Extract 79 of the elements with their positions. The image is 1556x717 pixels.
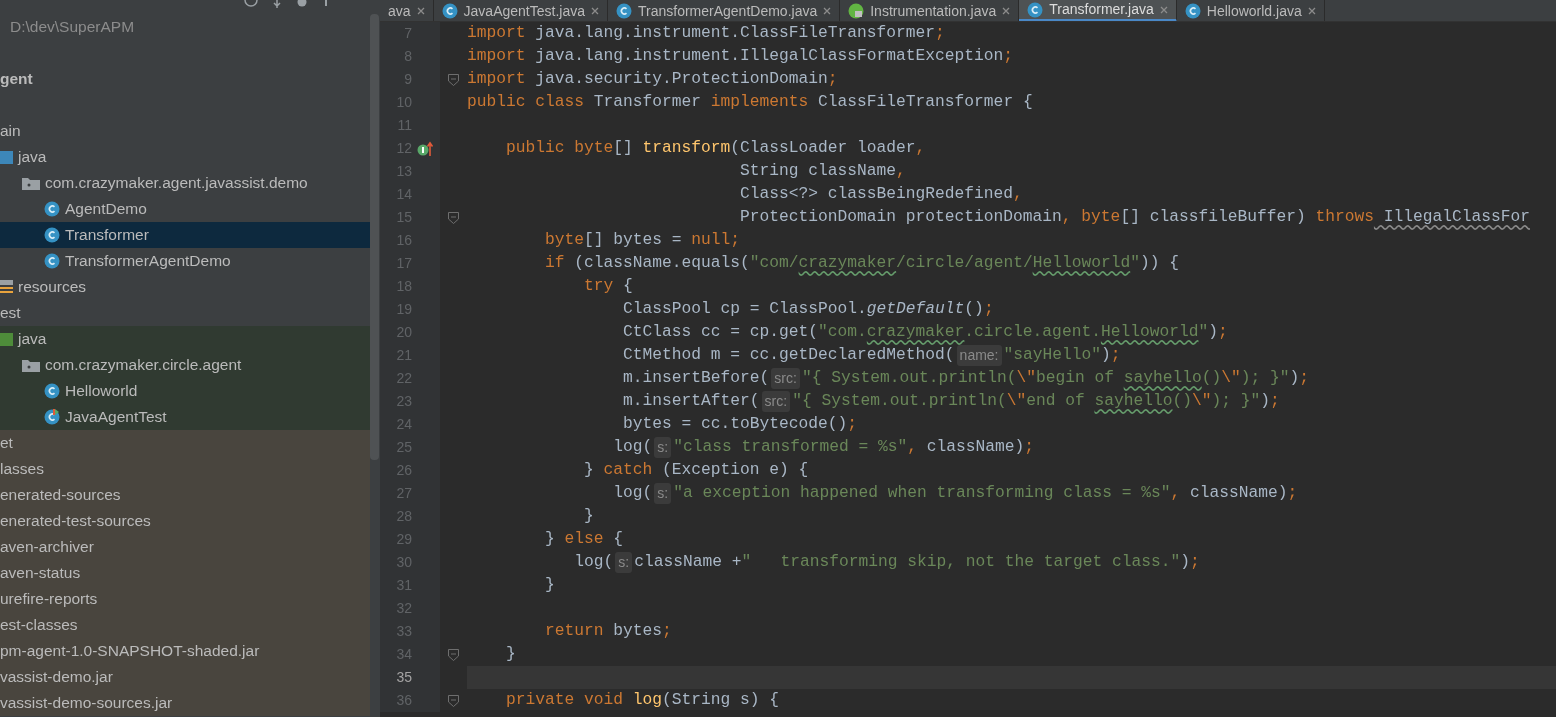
tree-item[interactable]: com.crazymaker.circle.agent	[0, 352, 370, 378]
collapse-icon[interactable]	[272, 0, 282, 8]
fold-icon[interactable]	[448, 211, 459, 224]
line-number: 35	[395, 668, 412, 687]
editor-tab[interactable]: Transformer.java	[1019, 0, 1177, 21]
code-line: ClassPool cp = ClassPool.getDefault();	[622, 298, 995, 321]
package-icon	[22, 176, 40, 190]
code-line: bytes = cc.toBytecode();	[622, 413, 859, 436]
code-line: private void log(String s) {	[505, 689, 781, 712]
tree-item[interactable]: vassist-demo.jar	[0, 664, 370, 690]
target-icon[interactable]	[244, 0, 258, 8]
class-icon	[44, 201, 60, 217]
fold-icon[interactable]	[448, 73, 459, 86]
tree-item[interactable]: Transformer	[0, 222, 370, 248]
code-line: import java.security.ProtectionDomain;	[467, 68, 839, 91]
tree-item[interactable]: et	[0, 430, 370, 456]
tree-item[interactable]: enerated-sources	[0, 482, 370, 508]
fold-icon[interactable]	[448, 694, 459, 707]
class-icon	[44, 383, 60, 399]
code-line: public byte[] transform(ClassLoader loader,	[505, 137, 927, 160]
implements-icon[interactable]	[417, 140, 435, 157]
folder-icon	[0, 332, 13, 346]
editor-tab[interactable]: JavaAgentTest.java	[433, 0, 608, 21]
class-icon	[1184, 3, 1201, 19]
editor-tab[interactable]: TransformerAgentDemo.java	[608, 0, 841, 21]
code-line: byte[] bytes = null;	[544, 229, 742, 252]
close-icon[interactable]	[1002, 7, 1011, 15]
close-icon[interactable]	[416, 7, 425, 15]
code-line: log( s: "a exception happened when transforming class = %s", className);	[612, 482, 1299, 505]
code-line: import java.lang.instrument.IllegalClassFormatException;	[467, 45, 1015, 68]
class-icon	[44, 227, 60, 243]
tree-item[interactable]: lasses	[0, 456, 370, 482]
tree-item[interactable]: Helloworld	[0, 378, 370, 404]
close-icon[interactable]	[823, 7, 832, 15]
code-line: }	[505, 643, 517, 666]
code-line: }	[583, 505, 595, 528]
code-line: } else {	[544, 528, 625, 551]
class-icon	[44, 253, 60, 269]
class-icon	[441, 3, 458, 19]
code-line: if (className.equals("com/crazymaker/circle/agent/Helloworld")) {	[544, 252, 1180, 275]
package-icon	[22, 358, 40, 372]
code-line: }	[544, 574, 556, 597]
tree-item[interactable]: aven-archiver	[0, 534, 370, 560]
tree-item[interactable]: java	[0, 326, 370, 352]
code-line: m.insertAfter( src: "{ System.out.println(\"end of sayhello()\"); }");	[622, 390, 1281, 413]
tree-item[interactable]: est-classes	[0, 612, 370, 638]
tree-item[interactable]: vassist-demo-sources.jar	[0, 690, 370, 716]
settings-icon[interactable]	[296, 0, 308, 8]
code-line: m.insertBefore( src: "{ System.out.println(\"begin of sayhello()\"); }");	[622, 367, 1311, 390]
code-line: CtMethod m = cc.getDeclaredMethod( name: "sayHello");	[622, 344, 1122, 367]
tree-item[interactable]: aven-status	[0, 560, 370, 586]
folder-icon	[0, 150, 13, 164]
class-icon	[1027, 1, 1044, 18]
scrollbar-thumb[interactable]	[370, 14, 379, 460]
close-icon[interactable]	[1159, 5, 1168, 14]
code-line: Class<?> classBeingRedefined,	[739, 183, 1024, 206]
close-icon[interactable]	[1307, 7, 1316, 15]
close-icon[interactable]	[591, 7, 599, 15]
code-line: import java.lang.instrument.ClassFileTransformer;	[467, 22, 946, 45]
resources-folder-icon	[0, 280, 13, 294]
editor-tab[interactable]: Instrumentation.java	[840, 0, 1020, 21]
code-line: log( s: "class transformed = %s", className);	[612, 436, 1036, 459]
code-line: return bytes;	[544, 620, 673, 643]
class-icon	[44, 409, 60, 425]
tree-item[interactable]: pm-agent-1.0-SNAPSHOT-shaded.jar	[0, 638, 370, 664]
tree-item[interactable]: JavaAgentTest	[0, 404, 370, 430]
locked-class-icon	[848, 3, 865, 19]
editor-tab[interactable]: Helloworld.java	[1176, 0, 1325, 21]
code-line: CtClass cc = cp.get("com.crazymaker.circle.agent.Helloworld");	[622, 321, 1229, 344]
code-line: ProtectionDomain protectionDomain, byte[] classfileBuffer) throws IllegalClassFor	[739, 206, 1531, 229]
fold-icon[interactable]	[448, 648, 459, 661]
class-icon	[616, 3, 632, 19]
code-line: log( s: className +" transforming skip, not the target class.");	[573, 551, 1201, 574]
code-line: try {	[583, 275, 634, 298]
code-line: } catch (Exception e) {	[583, 459, 810, 482]
code-line: public class Transformer implements ClassFileTransformer {	[467, 91, 1034, 114]
tree-item[interactable]: enerated-test-sources	[0, 508, 370, 534]
code-line: String className,	[739, 160, 907, 183]
tree-item[interactable]: urefire-reports	[0, 586, 370, 612]
